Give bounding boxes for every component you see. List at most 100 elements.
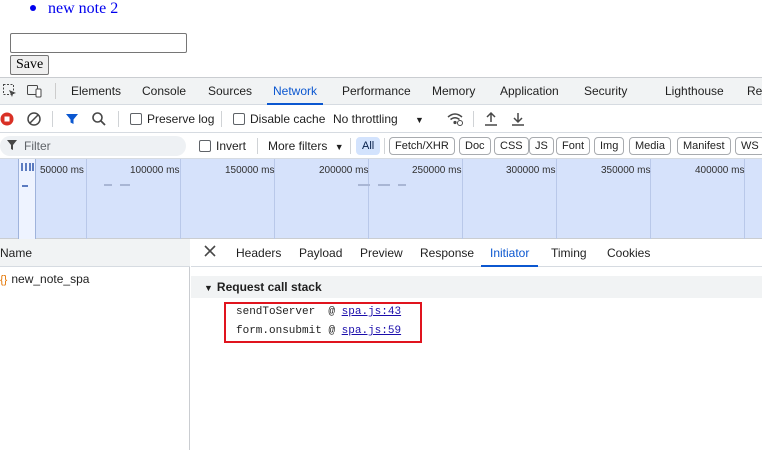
request-row[interactable]: {} new_note_spa (0, 268, 190, 290)
dropdown-arrow-icon: ▼ (415, 115, 424, 125)
dropdown-arrow-icon: ▼ (334, 142, 344, 152)
tab-preview[interactable]: Preview (360, 239, 403, 267)
timeline-label: 350000 ms (601, 165, 651, 176)
import-har-icon[interactable] (483, 111, 499, 130)
bullet-icon (30, 5, 36, 11)
timeline-label: 400000 ms (695, 165, 745, 176)
function-name: sendToServer (236, 306, 316, 318)
filter-placeholder: Filter (24, 139, 51, 153)
tab-cookies[interactable]: Cookies (607, 239, 650, 267)
divider (384, 138, 385, 154)
function-name: form.onsubmit (236, 325, 322, 337)
device-toolbar-icon[interactable] (26, 83, 42, 99)
timeline-label: 50000 ms (40, 165, 84, 176)
filter-input[interactable]: Filter (0, 136, 186, 156)
filter-funnel-icon (7, 139, 17, 154)
chip-font[interactable]: Font (556, 137, 591, 155)
expand-triangle-icon: ▼ (204, 283, 213, 293)
tab-security[interactable]: Security (584, 78, 627, 105)
timeline-label: 150000 ms (225, 165, 275, 176)
save-button[interactable]: Save (10, 55, 50, 75)
inspect-element-icon[interactable] (2, 83, 18, 99)
preserve-log-checkbox[interactable] (130, 112, 142, 126)
timeline-range-handle-right[interactable] (28, 159, 36, 239)
section-title: Request call stack (216, 280, 322, 294)
call-stack-frame: form.onsubmit @ spa.js:59 (236, 325, 401, 337)
divider (52, 111, 53, 127)
invert-label: Invert (216, 139, 247, 153)
timeline-activity-mark (358, 184, 370, 186)
chip-all[interactable]: All (356, 137, 381, 155)
more-filters-button[interactable]: More filters ▼ (268, 139, 344, 153)
tab-application[interactable]: Application (500, 78, 559, 105)
timeline-label: 200000 ms (319, 165, 369, 176)
divider (257, 138, 258, 154)
at-sign: @ (328, 325, 336, 337)
divider (55, 83, 56, 99)
divider (473, 111, 474, 127)
call-stack-section-header[interactable]: ▼ Request call stack (191, 276, 762, 298)
tab-initiator[interactable]: Initiator (481, 239, 539, 267)
divider (118, 111, 119, 127)
network-toolbar: Preserve log Disable cache No throttling… (0, 106, 762, 133)
timeline-gridline (180, 159, 181, 239)
timeline-gridline (556, 159, 557, 239)
disable-cache-checkbox[interactable] (233, 112, 245, 126)
call-stack-highlight: sendToServer @ spa.js:43 form.onsubmit @… (224, 302, 422, 343)
divider (350, 138, 351, 154)
chip-media[interactable]: Media (629, 137, 671, 155)
devtools-panel: Elements Console Sources Network Perform… (0, 77, 762, 450)
preserve-log-label: Preserve log (147, 112, 215, 126)
tab-elements[interactable]: Elements (71, 78, 121, 105)
request-list: Name {} new_note_spa (0, 239, 190, 450)
call-stack-frame: sendToServer @ spa.js:43 (236, 306, 401, 318)
export-har-icon[interactable] (510, 111, 526, 130)
tab-payload[interactable]: Payload (299, 239, 342, 267)
more-filters-label: More filters (268, 139, 328, 153)
timeline-label: 300000 ms (506, 165, 556, 176)
clear-icon[interactable] (26, 111, 42, 130)
throttling-select[interactable]: No throttling ▼ (333, 112, 424, 126)
network-conditions-icon[interactable] (446, 111, 464, 130)
close-icon[interactable] (204, 245, 216, 260)
timeline-activity-mark (398, 184, 406, 186)
source-link[interactable]: spa.js:59 (342, 325, 401, 337)
chip-css[interactable]: CSS (494, 137, 529, 155)
tab-console[interactable]: Console (142, 78, 186, 105)
note-input[interactable] (10, 33, 187, 53)
tab-lighthouse[interactable]: Lighthouse (665, 78, 724, 105)
chip-doc[interactable]: Doc (459, 137, 491, 155)
timeline-label: 250000 ms (412, 165, 462, 176)
tab-sources[interactable]: Sources (208, 78, 252, 105)
timeline-gridline (86, 159, 87, 239)
devtools-tabbar: Elements Console Sources Network Perform… (0, 78, 762, 105)
name-column-header[interactable]: Name (0, 239, 190, 267)
network-overview-timeline[interactable]: 50000 ms 100000 ms 150000 ms 200000 ms 2… (0, 159, 762, 239)
timeline-activity-mark (120, 184, 130, 186)
timeline-activity-mark (104, 184, 112, 186)
tab-performance[interactable]: Performance (342, 78, 411, 105)
request-name: new_note_spa (11, 272, 90, 286)
chip-ws[interactable]: WS (735, 137, 762, 155)
source-link[interactable]: spa.js:43 (342, 306, 401, 318)
tab-recorder[interactable]: Rec (747, 78, 762, 105)
filter-bar: Filter Invert More filters ▼ All Fetch/X… (0, 133, 762, 159)
filter-icon[interactable] (64, 111, 80, 130)
note-list-item: new note 2 (30, 0, 118, 18)
chip-js[interactable]: JS (529, 137, 554, 155)
chip-manifest[interactable]: Manifest (677, 137, 731, 155)
invert-checkbox[interactable] (199, 139, 211, 153)
tab-timing[interactable]: Timing (551, 239, 587, 267)
chip-fetch-xhr[interactable]: Fetch/XHR (389, 137, 455, 155)
tab-response[interactable]: Response (420, 239, 474, 267)
tab-headers[interactable]: Headers (236, 239, 281, 267)
search-icon[interactable] (91, 111, 107, 130)
request-details: Headers Payload Preview Response Initiat… (191, 239, 762, 450)
divider (221, 111, 222, 127)
timeline-gridline (462, 159, 463, 239)
chip-img[interactable]: Img (594, 137, 625, 155)
tab-memory[interactable]: Memory (432, 78, 475, 105)
tab-network[interactable]: Network (267, 78, 324, 105)
stop-recording-icon[interactable] (0, 111, 16, 130)
timeline-activity-mark (378, 184, 390, 186)
